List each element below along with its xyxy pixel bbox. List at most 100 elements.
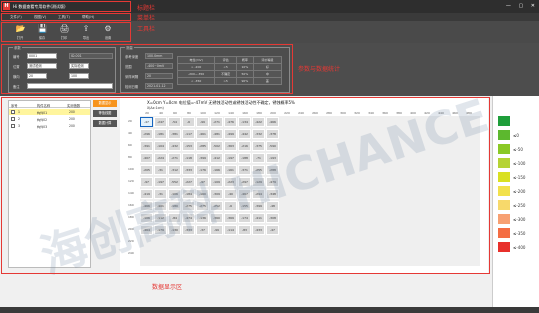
- grid-cell[interactable]: -205: [140, 165, 153, 175]
- grid-cell[interactable]: -31: [154, 189, 167, 199]
- grid-cell[interactable]: -83: [238, 225, 251, 235]
- close-button[interactable]: ✕: [531, 3, 535, 9]
- grid-cell[interactable]: -312: [168, 165, 181, 175]
- settings-button[interactable]: ⚙ 设置: [98, 23, 118, 41]
- grid-cell[interactable]: -275: [182, 201, 195, 211]
- grid-cell[interactable]: -499: [224, 129, 237, 139]
- grid-cell[interactable]: -97: [196, 177, 209, 187]
- interval-input[interactable]: 20: [145, 73, 173, 79]
- grid-cell[interactable]: -552: [168, 177, 181, 187]
- list-item[interactable]: 2 构件02 200: [9, 116, 90, 122]
- grid-cell[interactable]: -97: [140, 177, 153, 187]
- grid-cell[interactable]: -31: [154, 165, 167, 175]
- grid-cell[interactable]: -419: [140, 189, 153, 199]
- mode-input[interactable]: 实际检测: [69, 63, 89, 69]
- grid-cell[interactable]: -184: [182, 189, 195, 199]
- menu-file[interactable]: 文件(F): [10, 15, 22, 20]
- grid-cell[interactable]: -399: [196, 153, 209, 163]
- grid-cell[interactable]: -275: [196, 201, 209, 211]
- grid-cell[interactable]: -481: [210, 129, 223, 139]
- grid-cell[interactable]: -252: [210, 201, 223, 211]
- grid-cell[interactable]: -188: [238, 153, 251, 163]
- list-item[interactable]: 1 构件01 200: [9, 109, 90, 115]
- grid-cell[interactable]: -47: [266, 225, 279, 235]
- grid-cell[interactable]: -129: [252, 177, 265, 187]
- grid-cell[interactable]: -155: [238, 201, 251, 211]
- grid-cell[interactable]: -153: [182, 141, 195, 151]
- grid-cell[interactable]: -176: [196, 165, 209, 175]
- calculate-button[interactable]: 数据计算: [93, 120, 117, 127]
- grid-cell[interactable]: -294: [252, 189, 265, 199]
- grid-cell[interactable]: -360: [210, 213, 223, 223]
- grid-cell[interactable]: -84: [168, 213, 181, 223]
- grid-cell[interactable]: -407: [140, 153, 153, 163]
- grid-cell[interactable]: -180: [168, 201, 181, 211]
- grid-cell[interactable]: -371: [238, 165, 251, 175]
- grid-cell[interactable]: -401: [154, 201, 167, 211]
- grid-cell[interactable]: -166: [210, 165, 223, 175]
- grid-cell[interactable]: -369: [224, 213, 237, 223]
- grid-cell[interactable]: -479: [266, 177, 279, 187]
- grid-cell[interactable]: -99: [196, 117, 209, 127]
- grid-cell[interactable]: -48: [266, 201, 279, 211]
- horizontal-input[interactable]: 20: [27, 73, 47, 79]
- grid-cell[interactable]: -47: [140, 117, 153, 127]
- grid-cell[interactable]: -502: [210, 141, 223, 151]
- grid-cell[interactable]: -104: [154, 141, 167, 151]
- grid-cell[interactable]: -285: [196, 141, 209, 151]
- grid-cell[interactable]: -174: [238, 213, 251, 223]
- grid-cell[interactable]: -412: [210, 153, 223, 163]
- grid-cell[interactable]: -332: [252, 129, 265, 139]
- grid-cell[interactable]: -99: [210, 225, 223, 235]
- grid-cell[interactable]: -296: [140, 129, 153, 139]
- date-input[interactable]: 2021-01-12: [145, 83, 173, 89]
- grid-cell[interactable]: -288: [266, 165, 279, 175]
- grid-cell[interactable]: -375: [252, 141, 265, 151]
- grid-cell[interactable]: -40: [224, 189, 237, 199]
- menu-view[interactable]: 视图(V): [34, 15, 46, 20]
- grid-cell[interactable]: -309: [210, 189, 223, 199]
- grid-cell[interactable]: -590: [266, 141, 279, 151]
- grid-cell[interactable]: -179: [154, 225, 167, 235]
- grid-cell[interactable]: -224: [154, 153, 167, 163]
- grid-cell[interactable]: -433: [252, 225, 265, 235]
- location-input[interactable]: 测试检测: [27, 63, 57, 69]
- grid-cell[interactable]: -197: [154, 177, 167, 187]
- grid-cell[interactable]: -474: [182, 213, 195, 223]
- grid-cell[interactable]: -106: [140, 213, 153, 223]
- grid-cell[interactable]: -391: [140, 141, 153, 151]
- menu-tools[interactable]: 工具(T): [58, 15, 70, 20]
- grid-cell[interactable]: -227: [182, 177, 195, 187]
- grid-cell[interactable]: -136: [196, 213, 209, 223]
- grid-cell[interactable]: -109: [210, 177, 223, 187]
- grid-cell[interactable]: -112: [154, 213, 167, 223]
- grid-cell[interactable]: -467: [238, 189, 251, 199]
- grid-cell[interactable]: -161: [224, 165, 237, 175]
- list-item[interactable]: 3 构件03 200: [9, 123, 90, 129]
- print-button[interactable]: 🖨 打印: [54, 23, 74, 41]
- grid-cell[interactable]: -160: [196, 189, 209, 199]
- grid-cell[interactable]: -117: [182, 129, 195, 139]
- grid-cell[interactable]: -411: [252, 213, 265, 223]
- open-button[interactable]: 📂 打开: [10, 23, 30, 41]
- grid-cell[interactable]: -134: [238, 117, 251, 127]
- grid-cell[interactable]: -223: [224, 177, 237, 187]
- minimize-button[interactable]: —: [506, 3, 511, 9]
- grid-cell[interactable]: -381: [168, 129, 181, 139]
- grid-cell[interactable]: -106: [168, 189, 181, 199]
- grid-cell[interactable]: -114: [224, 225, 237, 235]
- grid-cell[interactable]: -193: [266, 153, 279, 163]
- grid-cell[interactable]: -71: [252, 153, 265, 163]
- grid-cell[interactable]: -432: [168, 141, 181, 151]
- grid-cell[interactable]: -181: [154, 129, 167, 139]
- grid-cell[interactable]: -442: [238, 129, 251, 139]
- export-button[interactable]: ⇪ 导出: [76, 23, 96, 41]
- grid-cell[interactable]: -466: [140, 201, 153, 211]
- grid-cell[interactable]: -6: [224, 201, 237, 211]
- save-button[interactable]: 💾 保存: [32, 23, 52, 41]
- contour-button[interactable]: 等值线图: [93, 110, 117, 117]
- row-checkbox[interactable]: [11, 117, 15, 121]
- grid-cell[interactable]: -422: [252, 117, 265, 127]
- grid-cell[interactable]: -255: [252, 165, 265, 175]
- grid-cell[interactable]: -271: [210, 117, 223, 127]
